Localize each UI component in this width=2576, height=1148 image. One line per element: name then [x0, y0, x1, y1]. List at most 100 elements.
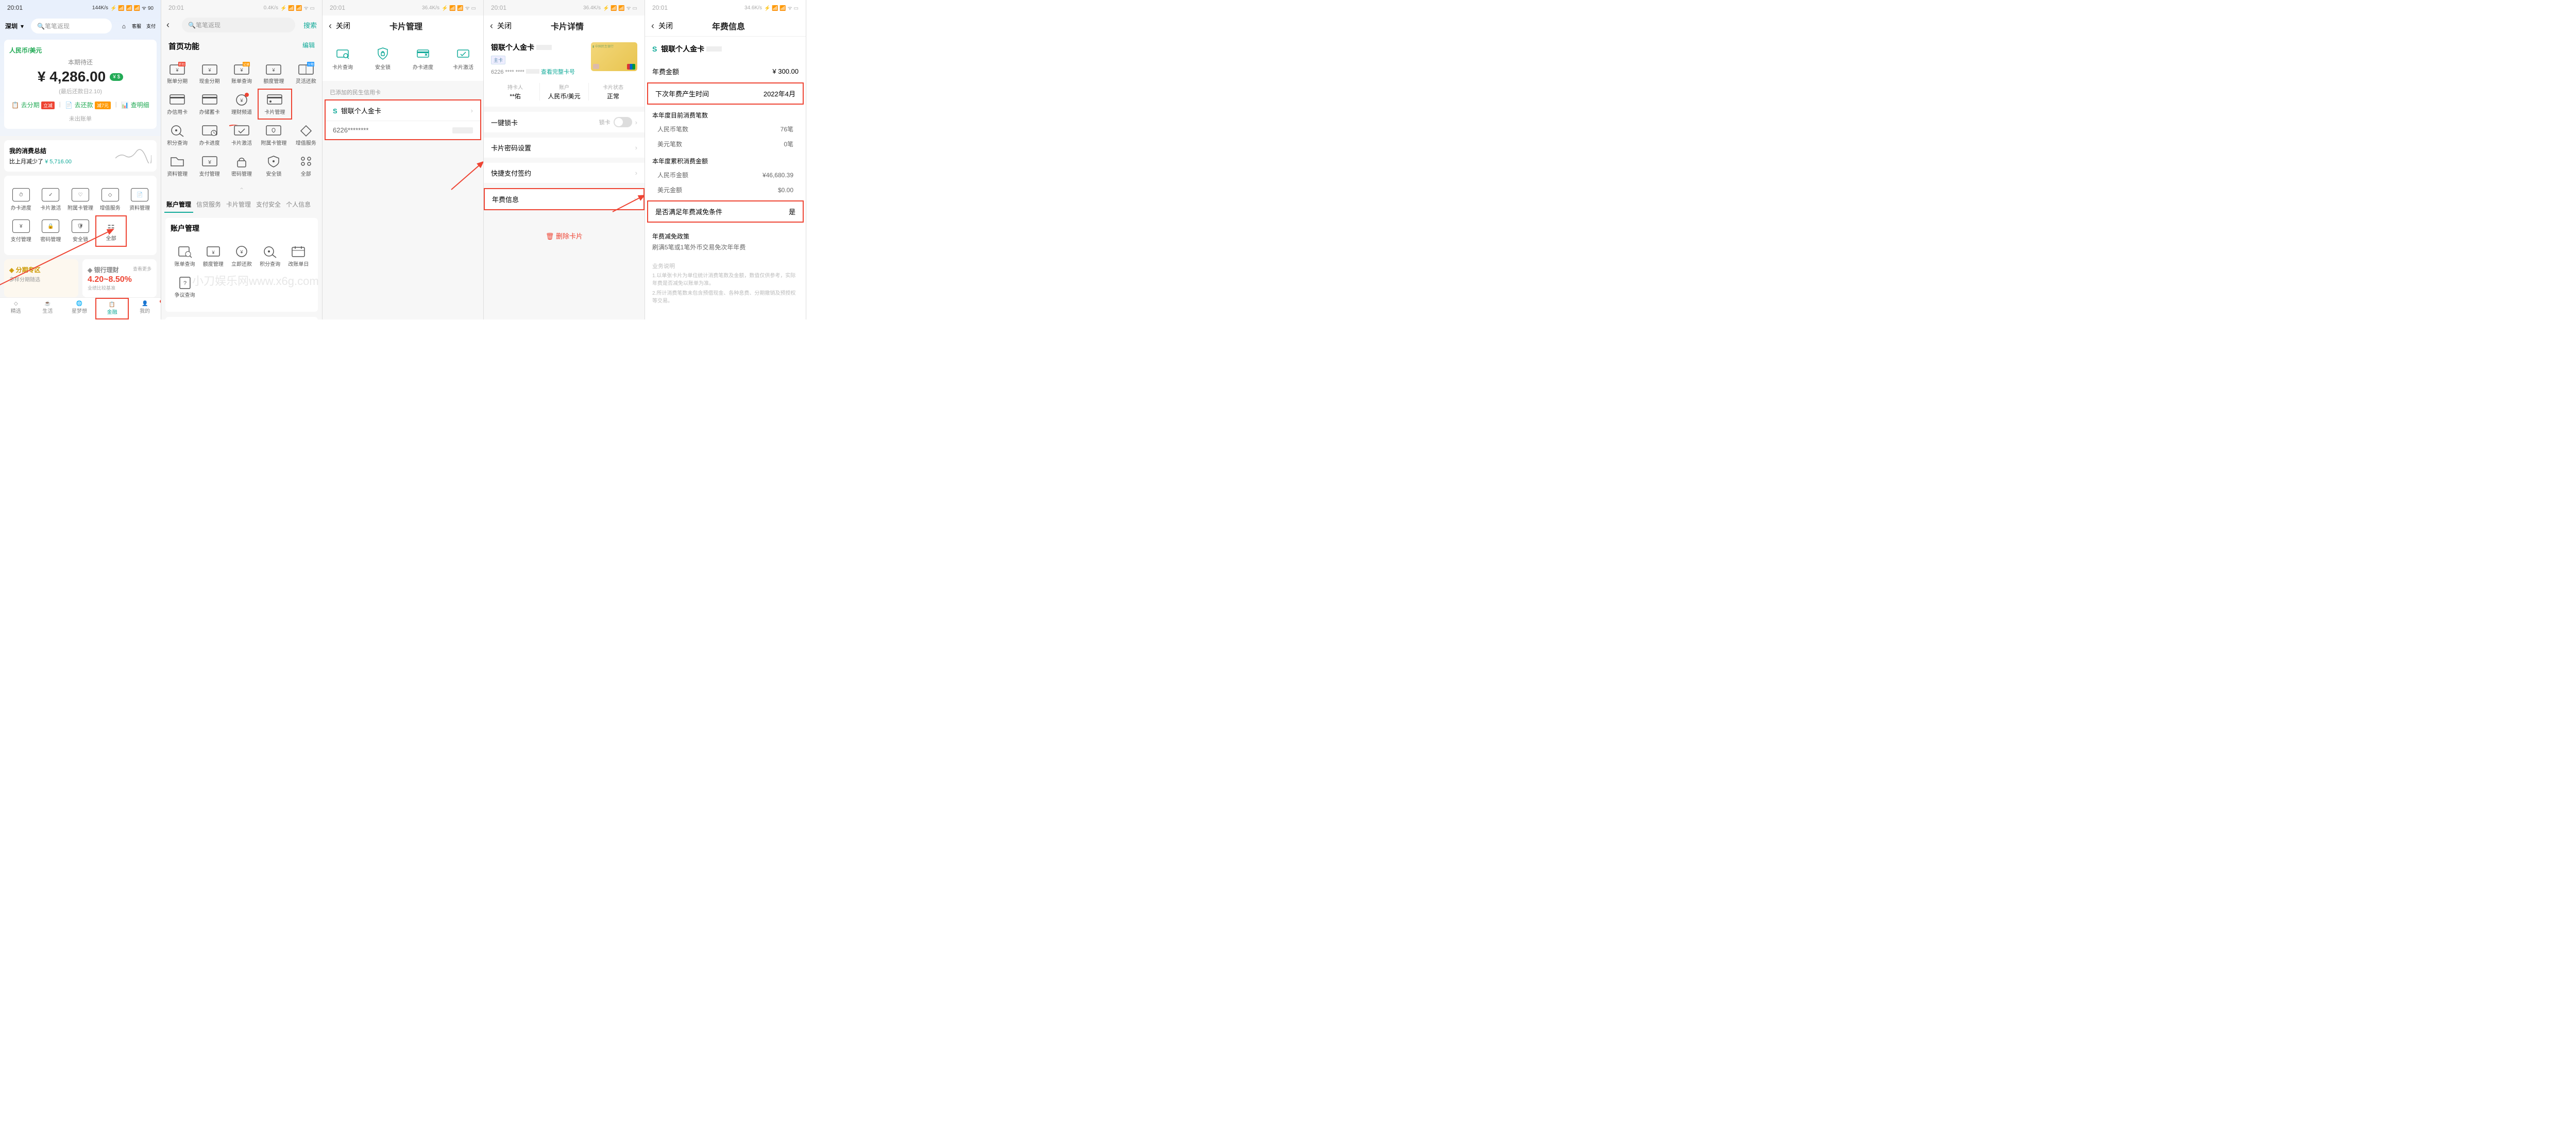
top-card-activate[interactable]: 卡片激活 [443, 42, 483, 75]
fn-profile-mgmt[interactable]: 资料管理 [161, 150, 193, 181]
icon-profile-mgmt[interactable]: 📄资料管理 [125, 184, 155, 215]
installment-button[interactable]: 📋 去分期 立减 [11, 100, 55, 109]
bill-card: 人民币/美元 本期待还 ¥ 4,286.00 ¥ $ (最后还款日2.10) 📋… [4, 40, 157, 129]
icon-security-lock[interactable]: 🛡安全锁 [65, 215, 95, 247]
fn-pwd-mgmt[interactable]: 密码管理 [226, 150, 258, 181]
status-bar: 20:0136.4K/s ⚡ 📶 📶 ᯤ ▭ [484, 0, 645, 15]
currency-toggle[interactable]: ¥ $ [110, 73, 123, 81]
tab-mine[interactable]: 👤我的 [129, 298, 161, 319]
fn-pay-mgmt[interactable]: ¥支付管理 [193, 150, 225, 181]
search-input[interactable]: 🔍 笔笔返现 [182, 18, 295, 32]
status-bar: 20:0134.6K/s ⚡ 📶 📶 ᯤ ▭ [645, 0, 806, 15]
icon-sub-card[interactable]: ♡附属卡管理 [65, 184, 95, 215]
svg-text:?: ? [183, 280, 187, 286]
top-security-lock[interactable]: 安全锁 [363, 42, 403, 75]
spending-summary[interactable]: 我的消费总结 比上月减少了 ¥ 5,716.00 [4, 140, 157, 172]
cat-tab-paysec[interactable]: 支付安全 [254, 197, 283, 213]
close-button[interactable]: 关闭 [336, 21, 350, 31]
pay-icon[interactable]: 支付 [146, 23, 156, 29]
count-section-label: 本年度目前消费笔数 [645, 106, 806, 122]
icon-pwd-mgmt[interactable]: 🔒密码管理 [36, 215, 66, 247]
promo-wealth[interactable]: ◈ 银行理财查看更多 4.20~8.50% 业绩比较基准 [82, 259, 157, 297]
fn-bill-query[interactable]: ¥记录账单查询 [226, 58, 258, 89]
tab-life[interactable]: ☕生活 [32, 298, 64, 319]
status-bar: 20:01 144K/s⚡ 📶 📶 📶 ᯤ 90 [0, 0, 161, 15]
unionpay-logo-icon: S [652, 45, 657, 53]
back-button[interactable]: ‹ [490, 21, 493, 31]
fn-all[interactable]: 全部 [290, 150, 322, 181]
cat-tab-credit[interactable]: 信贷服务 [194, 197, 223, 213]
lock-toggle[interactable] [614, 117, 632, 127]
cat-tab-personal[interactable]: 个人信息 [284, 197, 313, 213]
headset-icon[interactable]: 客服 [132, 23, 141, 29]
cat-tab-account[interactable]: 账户管理 [164, 197, 193, 213]
note-label: 业务说明 [645, 257, 806, 271]
fn-wealth-channel[interactable]: ¥理财频道 [226, 89, 258, 120]
icon-office-progress[interactable]: ⏱办卡进度 [6, 184, 36, 215]
chevron-right-icon: › [471, 107, 473, 114]
icon-pay-mgmt[interactable]: ¥支付管理 [6, 215, 36, 247]
tab-bar: ◇精选 ☕生活 🌐星梦想 📋金融 👤我的 [0, 297, 161, 319]
bill-amount: ¥ 4,286.00 [38, 69, 106, 85]
screen-home: 20:01 144K/s⚡ 📶 📶 📶 ᯤ 90 深圳▾ 🔍 笔笔返现 ⌂ 客服… [0, 0, 161, 319]
promo-installment[interactable]: ◈ 分期专区 多样分期随选 [4, 259, 78, 297]
am-change-bill-day[interactable]: 改账单日 [284, 241, 313, 272]
view-full-number[interactable]: 查看完整卡号 [541, 69, 575, 75]
location-picker[interactable]: 深圳 [5, 22, 18, 30]
svg-text:分期: 分期 [308, 62, 314, 66]
svg-text:¥: ¥ [240, 249, 243, 255]
lock-card-row[interactable]: 一键锁卡 锁卡› [484, 112, 645, 132]
cat-tab-card[interactable]: 卡片管理 [224, 197, 253, 213]
fn-sub-card-mgmt[interactable]: 附属卡管理 [258, 120, 290, 150]
fn-flex-repay[interactable]: 分期灵活还款 [290, 58, 322, 89]
fn-security-lock[interactable]: 安全锁 [258, 150, 290, 181]
am-points-query[interactable]: 积分查询 [256, 241, 284, 272]
top-icons-row: 卡片查询 安全锁 办卡进度 卡片激活 [323, 36, 483, 81]
details-button[interactable]: 📊 查明细 [121, 100, 149, 109]
close-button[interactable]: 关闭 [658, 21, 673, 31]
nav-bar: ‹ 关闭 卡片详情 [484, 15, 645, 36]
fn-apply-savings[interactable]: 办储蓄卡 [193, 89, 225, 120]
back-button[interactable]: ‹ [166, 20, 170, 30]
screen-functions: 20:010.4K/s ⚡ 📶 📶 ᯤ ▭ ‹ 🔍 笔笔返现 搜索 首页功能 编… [161, 0, 323, 319]
am-repay-now[interactable]: ¥立即还款 [227, 241, 256, 272]
voice-icon[interactable]: ⌂ [122, 23, 126, 30]
fn-cash-installment[interactable]: ¥现金分期 [193, 58, 225, 89]
fn-bill-installment[interactable]: ¥折扣账单分期 [161, 58, 193, 89]
top-apply-progress[interactable]: 办卡进度 [403, 42, 443, 75]
fn-value-added[interactable]: 增值服务 [290, 120, 322, 150]
icon-card-activate[interactable]: ✓卡片激活 [36, 184, 66, 215]
account-mgmt-panel: 账户管理 账单查询 ¥额度管理 ¥立即还款 积分查询 改账单日 ?争议查询 [165, 218, 318, 312]
search-button[interactable]: 搜索 [303, 20, 317, 30]
icon-value-added[interactable]: ◇增值服务 [95, 184, 125, 215]
back-button[interactable]: ‹ [329, 21, 332, 31]
search-input[interactable]: 🔍 笔笔返现 [31, 19, 112, 33]
page-title: 年费信息 [673, 20, 784, 32]
pwd-setting-row[interactable]: 卡片密码设置› [484, 138, 645, 158]
fee-amount-row: 年费金额¥ 300.00 [645, 61, 806, 81]
fn-card-activate[interactable]: 卡片激活 [226, 120, 258, 150]
icon-all[interactable]: ⚏全部 [95, 215, 127, 247]
top-card-query[interactable]: 卡片查询 [323, 42, 363, 75]
tab-finance[interactable]: 📋金融 [95, 298, 129, 319]
nav-bar: ‹ 关闭 卡片管理 [323, 15, 483, 36]
fn-limit-mgmt[interactable]: ¥额度管理 [258, 58, 290, 89]
repay-button[interactable]: 📄 去还款 减7元 [65, 100, 111, 109]
waive-condition-row: 是否满足年费减免条件是 [647, 200, 804, 223]
edit-button[interactable]: 编辑 [302, 41, 315, 52]
tab-featured[interactable]: ◇精选 [0, 298, 32, 319]
fn-apply-progress[interactable]: 办卡进度 [193, 120, 225, 150]
fn-apply-credit[interactable]: 办信用卡 [161, 89, 193, 120]
delete-card-button[interactable]: 🗑 删除卡片 [484, 231, 645, 241]
close-button[interactable]: 关闭 [497, 21, 512, 31]
am-limit-mgmt[interactable]: ¥额度管理 [199, 241, 227, 272]
due-date-label: (最后还款日2.10) [9, 87, 151, 95]
card-item[interactable]: S 银联个人金卡 › 6226******** [325, 99, 481, 140]
annual-fee-row[interactable]: 年费信息› [484, 188, 645, 210]
fn-card-mgmt[interactable]: 卡片管理 [258, 89, 292, 120]
tab-dream[interactable]: 🌐星梦想 [63, 298, 95, 319]
fn-points-query[interactable]: 积分查询 [161, 120, 193, 150]
back-button[interactable]: ‹ [651, 21, 654, 31]
am-bill-query[interactable]: 账单查询 [171, 241, 199, 272]
quickpay-row[interactable]: 快捷支付签约› [484, 163, 645, 183]
